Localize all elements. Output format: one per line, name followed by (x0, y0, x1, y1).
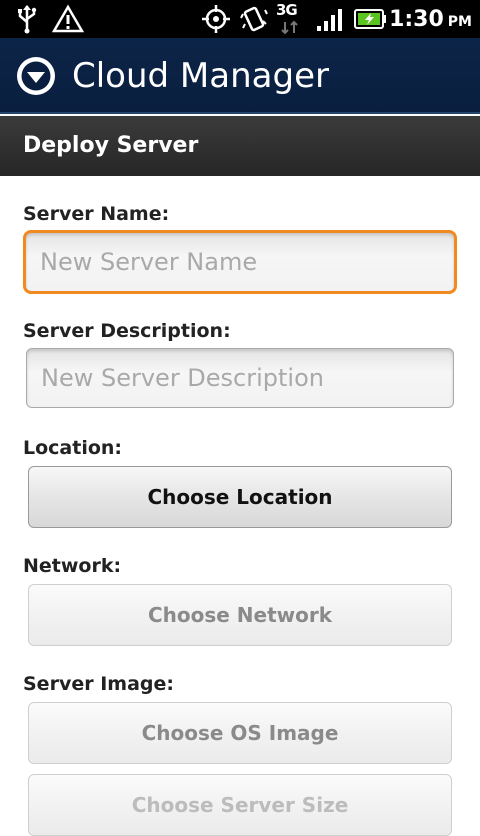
server-description-input[interactable] (26, 348, 454, 408)
warning-icon (52, 4, 84, 34)
usb-icon (14, 4, 40, 34)
gps-icon (200, 4, 232, 34)
section-title: Deploy Server (23, 133, 199, 158)
server-name-input[interactable] (23, 230, 457, 294)
battery-charging-icon (352, 4, 388, 34)
section-header: Deploy Server (0, 116, 480, 176)
server-description-label: Server Description: (23, 320, 231, 342)
choose-os-image-button[interactable]: Choose OS Image (28, 702, 452, 764)
app-title: Cloud Manager (72, 56, 329, 96)
clock-time: 1:30 (389, 7, 444, 32)
choose-location-button[interactable]: Choose Location (28, 466, 452, 528)
server-name-label: Server Name: (23, 203, 170, 225)
clock-ampm: PM (447, 14, 472, 30)
status-bar: 3G 1:30 PM (0, 0, 480, 38)
signal-icon (314, 4, 346, 34)
vibrate-icon (238, 4, 270, 34)
location-label: Location: (23, 437, 123, 459)
choose-server-size-button[interactable]: Choose Server Size (28, 774, 452, 836)
app-title-bar: Cloud Manager (0, 38, 480, 114)
network-label: Network: (23, 555, 122, 577)
chevron-down-circle-icon[interactable] (16, 56, 56, 96)
choose-network-button[interactable]: Choose Network (28, 584, 452, 646)
clock: 1:30 PM (389, 4, 472, 34)
server-image-label: Server Image: (23, 673, 174, 695)
network-3g-icon: 3G (276, 1, 310, 35)
